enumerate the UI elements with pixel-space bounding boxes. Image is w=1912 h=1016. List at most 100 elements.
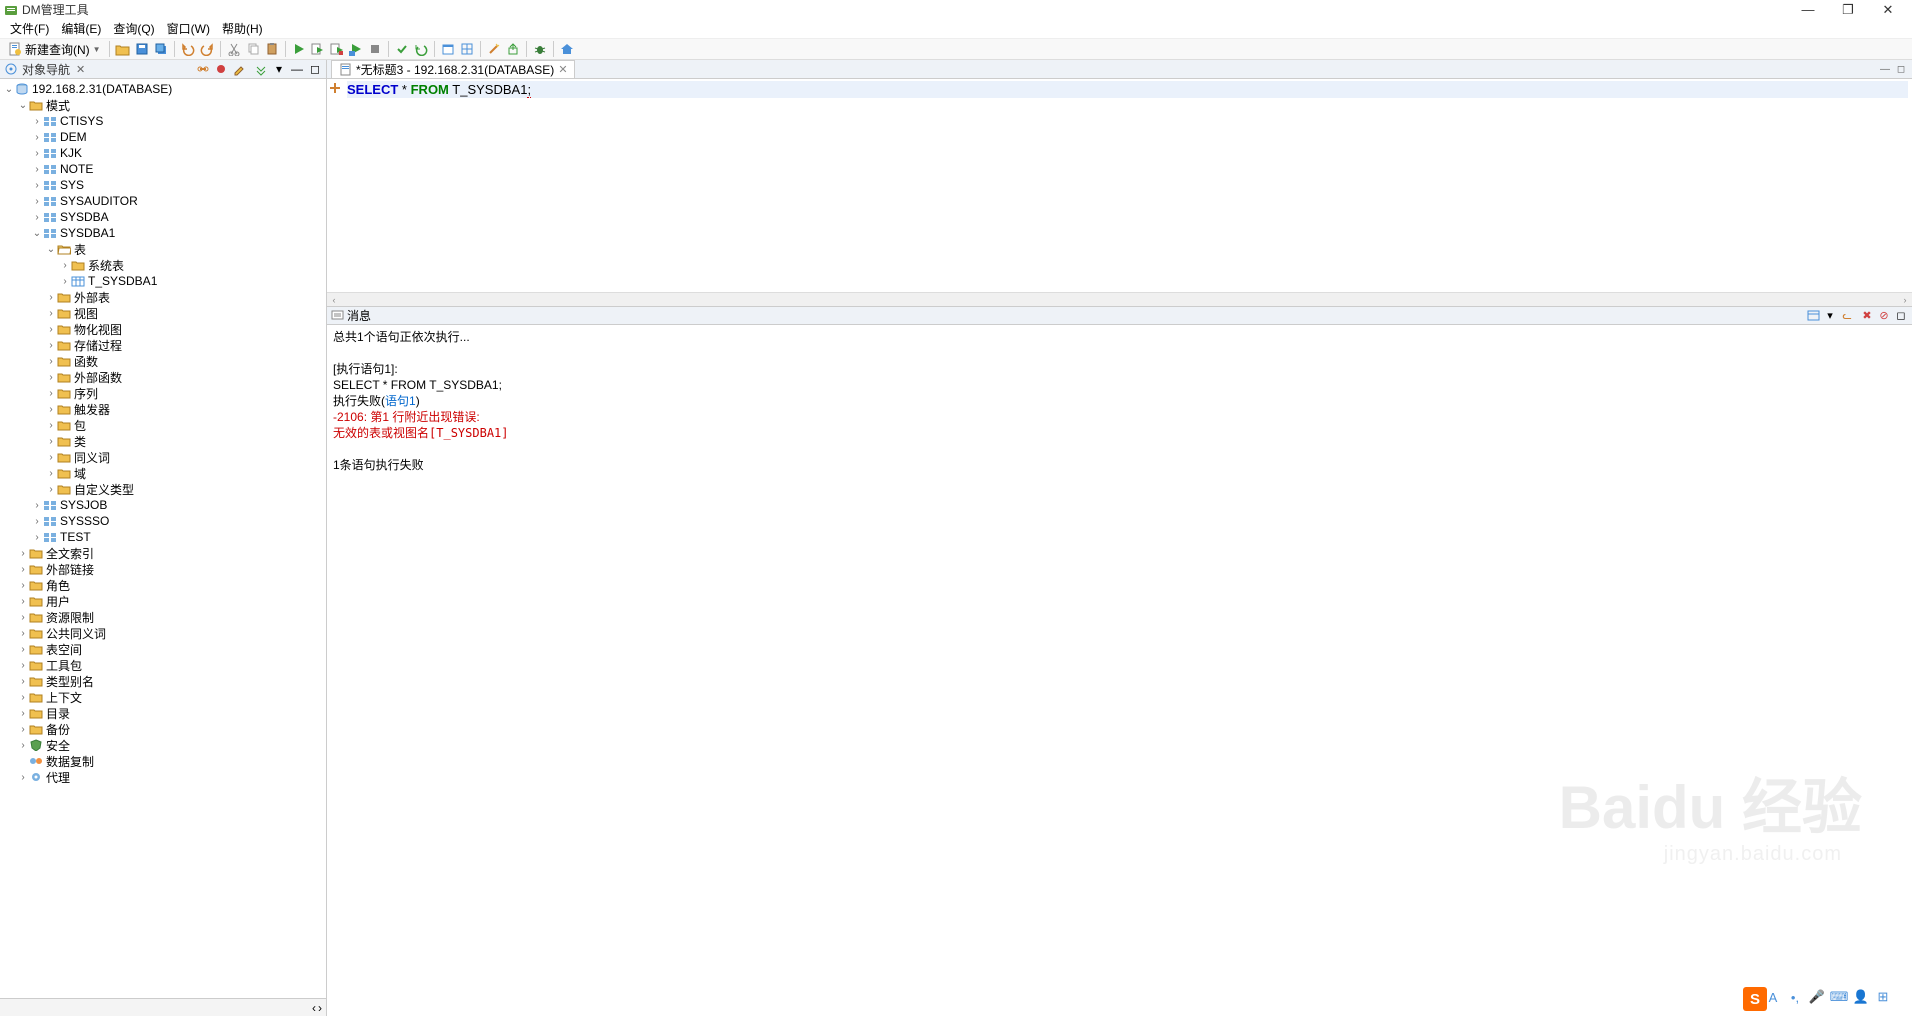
- rollback-icon[interactable]: [412, 40, 430, 58]
- expand-icon[interactable]: ›: [46, 404, 56, 415]
- expand-icon[interactable]: ›: [18, 724, 28, 735]
- tree-schema-kjk[interactable]: ›KJK: [0, 145, 326, 161]
- navigator-close-icon[interactable]: ✕: [76, 63, 85, 76]
- edit-icon[interactable]: [232, 62, 246, 76]
- tree-resource-limits[interactable]: ›资源限制: [0, 609, 326, 625]
- expand-icon[interactable]: ›: [18, 772, 28, 783]
- close-button[interactable]: ✕: [1868, 1, 1908, 19]
- tree-stored-procedures[interactable]: ›存储过程: [0, 337, 326, 353]
- view-mode-icon[interactable]: [1806, 309, 1820, 323]
- cat-icon[interactable]: ᓚ: [1840, 309, 1854, 323]
- calendar-icon[interactable]: [439, 40, 457, 58]
- tree-data-replication[interactable]: 数据复制: [0, 753, 326, 769]
- expand-icon[interactable]: ›: [46, 340, 56, 351]
- chevron-down-icon[interactable]: ▾: [1823, 309, 1837, 323]
- person-icon[interactable]: 👤: [1852, 988, 1870, 1006]
- expand-icon[interactable]: ›: [46, 292, 56, 303]
- tree-views[interactable]: ›视图: [0, 305, 326, 321]
- tree-backup[interactable]: ›备份: [0, 721, 326, 737]
- expand-icon[interactable]: ›: [32, 532, 42, 543]
- keyboard-icon[interactable]: ⌨: [1830, 988, 1848, 1006]
- tree-root[interactable]: ⌄ 192.168.2.31(DATABASE): [0, 81, 326, 97]
- new-query-button[interactable]: 新建查询(N) ▼: [4, 40, 105, 58]
- link-icon[interactable]: [196, 62, 210, 76]
- tree-schema-sysdba[interactable]: ›SYSDBA: [0, 209, 326, 225]
- maximize-button[interactable]: ❐: [1828, 1, 1868, 19]
- statement-link[interactable]: 语句1: [385, 394, 416, 408]
- expand-icon[interactable]: ›: [18, 740, 28, 751]
- expand-icon[interactable]: ›: [18, 708, 28, 719]
- expand-icon[interactable]: ›: [32, 180, 42, 191]
- tree-classes[interactable]: ›类: [0, 433, 326, 449]
- export-icon[interactable]: [504, 40, 522, 58]
- menu-help[interactable]: 帮助(H): [216, 20, 269, 37]
- expand-icon[interactable]: ›: [18, 548, 28, 559]
- maximize-msg-icon[interactable]: ◻: [1894, 309, 1908, 323]
- grid-icon[interactable]: [458, 40, 476, 58]
- expand-icon[interactable]: ›: [32, 116, 42, 127]
- expand-icon[interactable]: ›: [18, 676, 28, 687]
- expand-icon[interactable]: ›: [46, 468, 56, 479]
- tree-schema-sysdba1[interactable]: ⌄SYSDBA1: [0, 225, 326, 241]
- tree-public-synonyms[interactable]: ›公共同义词: [0, 625, 326, 641]
- tree-tablespaces[interactable]: ›表空间: [0, 641, 326, 657]
- tree-type-aliases[interactable]: ›类型别名: [0, 673, 326, 689]
- minimize-button[interactable]: —: [1788, 1, 1828, 19]
- tree-materialized-views[interactable]: ›物化视图: [0, 321, 326, 337]
- collapse-all-icon[interactable]: [254, 62, 268, 76]
- tree-agent[interactable]: ›代理: [0, 769, 326, 785]
- maximize-editor-icon[interactable]: ◻: [1894, 62, 1908, 76]
- expand-icon[interactable]: ›: [46, 436, 56, 447]
- execute-icon[interactable]: [290, 40, 308, 58]
- redo-icon[interactable]: [198, 40, 216, 58]
- expand-icon[interactable]: ›: [60, 276, 70, 287]
- expand-icon[interactable]: ›: [46, 388, 56, 399]
- tree-external-tables[interactable]: ›外部表: [0, 289, 326, 305]
- expand-icon[interactable]: ›: [46, 452, 56, 463]
- editor-text[interactable]: SELECT * FROM T_SYSDBA1;: [343, 79, 1912, 292]
- home-icon[interactable]: [558, 40, 576, 58]
- expand-icon[interactable]: ⌄: [32, 228, 42, 239]
- apps-icon[interactable]: ⊞: [1874, 988, 1892, 1006]
- tree-domains[interactable]: ›域: [0, 465, 326, 481]
- tree-schema-folder[interactable]: ⌄ 模式: [0, 97, 326, 113]
- chevron-down-icon[interactable]: ▾: [272, 62, 286, 76]
- save-icon[interactable]: [133, 40, 151, 58]
- scroll-left-icon[interactable]: ‹: [327, 293, 341, 306]
- tree-system-tables[interactable]: ›系统表: [0, 257, 326, 273]
- expand-icon[interactable]: ›: [32, 196, 42, 207]
- tree-schema-sysjob[interactable]: ›SYSJOB: [0, 497, 326, 513]
- expand-icon[interactable]: ›: [46, 420, 56, 431]
- tree-synonyms[interactable]: ›同义词: [0, 449, 326, 465]
- tree-roles[interactable]: ›角色: [0, 577, 326, 593]
- tree-users[interactable]: ›用户: [0, 593, 326, 609]
- tree-schema-syssso[interactable]: ›SYSSSO: [0, 513, 326, 529]
- tree-external-functions[interactable]: ›外部函数: [0, 369, 326, 385]
- object-tree[interactable]: ⌄ 192.168.2.31(DATABASE) ⌄ 模式 ›CTISYS ›D…: [0, 79, 326, 998]
- filter-red-icon[interactable]: [214, 62, 228, 76]
- scroll-track[interactable]: [341, 293, 1898, 306]
- expand-icon[interactable]: ›: [32, 516, 42, 527]
- expand-icon[interactable]: ›: [18, 628, 28, 639]
- expand-icon[interactable]: ›: [18, 612, 28, 623]
- expand-icon[interactable]: ›: [46, 372, 56, 383]
- editor-hscroll[interactable]: ‹ ›: [327, 292, 1912, 306]
- editor-tab[interactable]: *无标题3 - 192.168.2.31(DATABASE) ✕: [331, 60, 575, 78]
- copy-icon[interactable]: [244, 40, 262, 58]
- scroll-right-icon[interactable]: ›: [318, 1001, 322, 1015]
- tree-tables-folder[interactable]: ⌄表: [0, 241, 326, 257]
- undo-icon[interactable]: [179, 40, 197, 58]
- tree-custom-types[interactable]: ›自定义类型: [0, 481, 326, 497]
- tree-context[interactable]: ›上下文: [0, 689, 326, 705]
- cut-icon[interactable]: [225, 40, 243, 58]
- execute-script-icon[interactable]: [309, 40, 327, 58]
- paste-icon[interactable]: [263, 40, 281, 58]
- editor-body[interactable]: SELECT * FROM T_SYSDBA1;: [327, 79, 1912, 292]
- save-all-icon[interactable]: [152, 40, 170, 58]
- bug-icon[interactable]: [531, 40, 549, 58]
- tree-table-t-sysdba1[interactable]: ›T_SYSDBA1: [0, 273, 326, 289]
- menu-window[interactable]: 窗口(W): [161, 20, 216, 37]
- expand-icon[interactable]: ›: [18, 644, 28, 655]
- expand-icon[interactable]: ›: [46, 308, 56, 319]
- expand-icon[interactable]: ›: [60, 260, 70, 271]
